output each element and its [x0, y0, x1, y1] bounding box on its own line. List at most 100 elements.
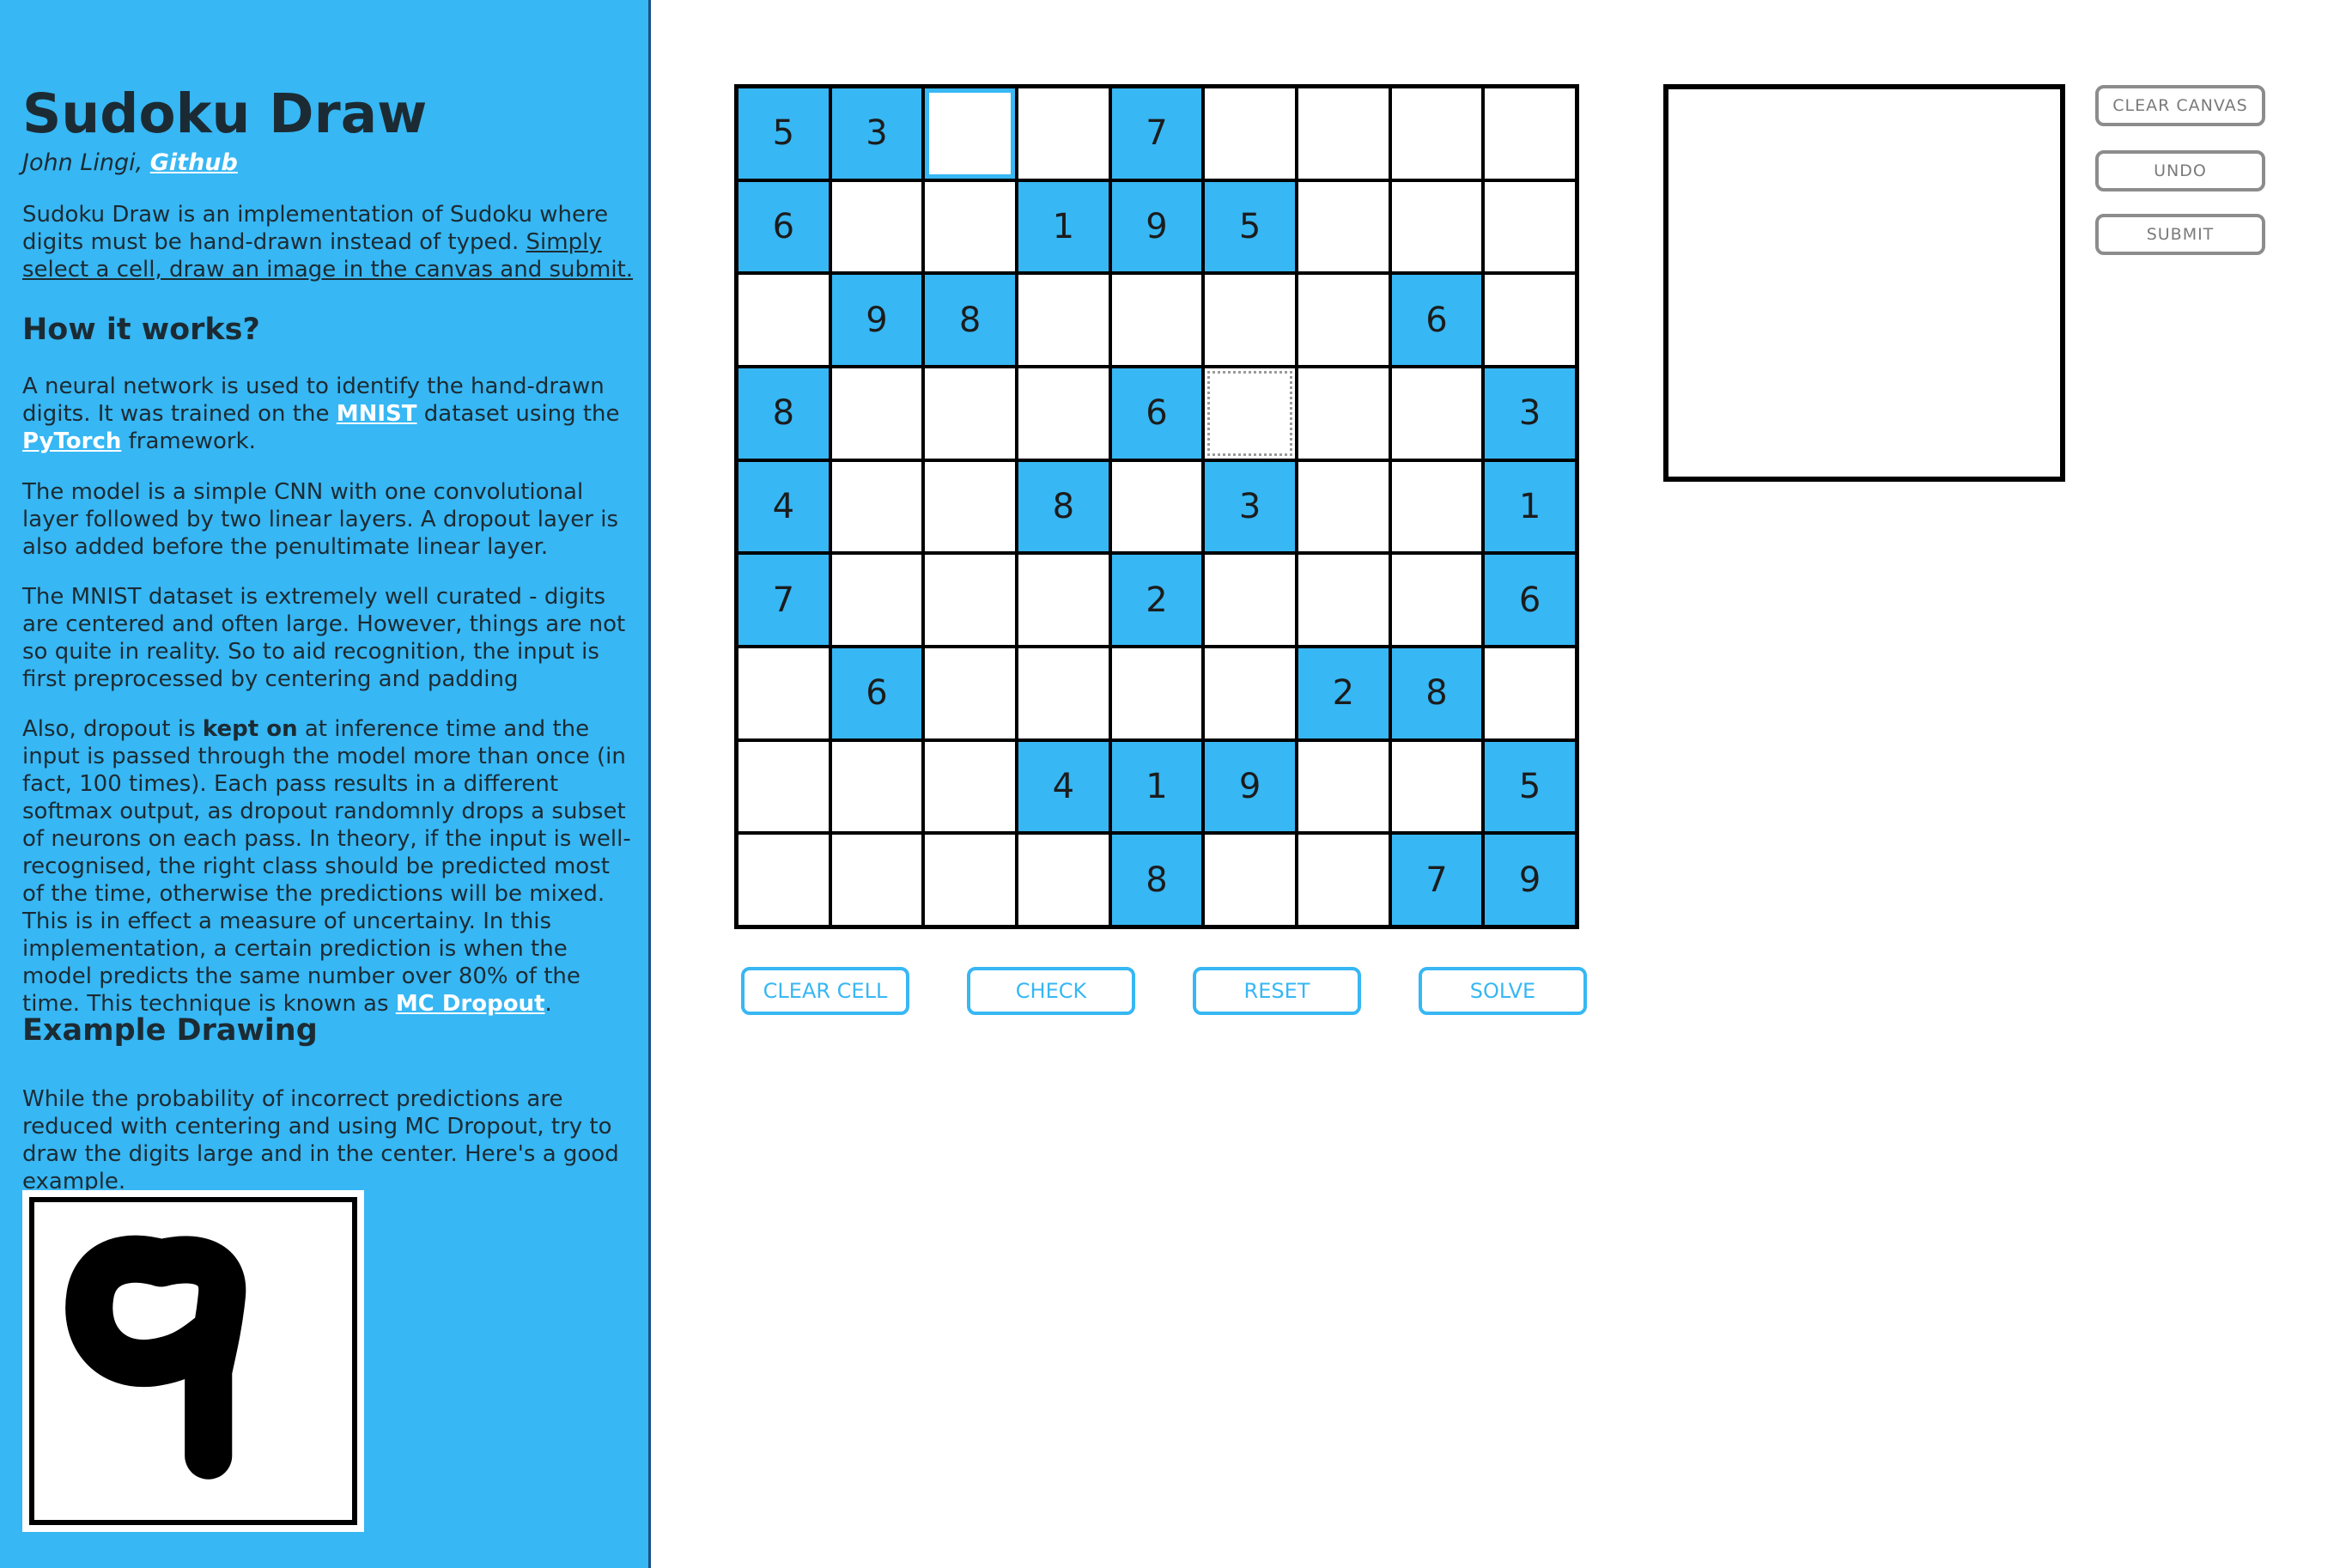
sudoku-cell-r4-c3[interactable]: 8 — [1018, 461, 1109, 552]
sudoku-cell-r0-c0[interactable]: 5 — [738, 88, 829, 179]
sudoku-cell-r2-c1[interactable]: 9 — [831, 275, 922, 365]
sudoku-cell-r7-c7[interactable] — [1391, 741, 1482, 832]
sudoku-cell-r8-c6[interactable] — [1298, 835, 1389, 925]
sudoku-cell-r0-c6[interactable] — [1298, 88, 1389, 179]
sudoku-cell-r8-c0[interactable] — [738, 835, 829, 925]
sudoku-cell-r6-c3[interactable] — [1018, 647, 1109, 738]
sudoku-cell-r4-c8[interactable]: 1 — [1485, 461, 1575, 552]
sudoku-cell-r8-c5[interactable] — [1205, 835, 1295, 925]
sudoku-cell-r4-c6[interactable] — [1298, 461, 1389, 552]
sudoku-cell-r5-c6[interactable] — [1298, 555, 1389, 645]
sudoku-cell-r2-c3[interactable] — [1018, 275, 1109, 365]
sudoku-cell-r2-c8[interactable] — [1485, 275, 1575, 365]
sudoku-cell-r2-c6[interactable] — [1298, 275, 1389, 365]
mnist-link[interactable]: MNIST — [337, 401, 417, 427]
how-p4-text-c: . — [544, 991, 552, 1017]
sudoku-cell-r8-c4[interactable]: 8 — [1111, 835, 1202, 925]
sudoku-cell-r0-c7[interactable] — [1391, 88, 1482, 179]
sudoku-cell-r5-c2[interactable] — [925, 555, 1015, 645]
sudoku-cell-r5-c0[interactable]: 7 — [738, 555, 829, 645]
sudoku-cell-r1-c5[interactable]: 5 — [1205, 181, 1295, 272]
sudoku-cell-r2-c7[interactable]: 6 — [1391, 275, 1482, 365]
sudoku-cell-r2-c2[interactable]: 8 — [925, 275, 1015, 365]
pytorch-link[interactable]: PyTorch — [22, 428, 121, 454]
sudoku-cell-r4-c4[interactable] — [1111, 461, 1202, 552]
sudoku-cell-r3-c2[interactable] — [925, 368, 1015, 459]
intro-paragraph: Sudoku Draw is an implementation of Sudo… — [22, 201, 634, 283]
undo-button[interactable]: UNDO — [2095, 150, 2265, 191]
mc-dropout-link[interactable]: MC Dropout — [396, 991, 545, 1017]
sudoku-cell-r5-c8[interactable]: 6 — [1485, 555, 1575, 645]
sudoku-cell-r4-c7[interactable] — [1391, 461, 1482, 552]
sudoku-cell-r0-c8[interactable] — [1485, 88, 1575, 179]
drawing-canvas[interactable] — [1663, 84, 2065, 482]
sudoku-cell-r0-c2[interactable] — [925, 88, 1015, 179]
sudoku-cell-r6-c7[interactable]: 8 — [1391, 647, 1482, 738]
sudoku-cell-r3-c4[interactable]: 6 — [1111, 368, 1202, 459]
how-p1-text-c: framework. — [121, 428, 256, 454]
sudoku-cell-r5-c3[interactable] — [1018, 555, 1109, 645]
how-paragraph-3: The MNIST dataset is extremely well cura… — [22, 584, 626, 692]
sudoku-cell-r1-c6[interactable] — [1298, 181, 1389, 272]
sudoku-cell-r7-c8[interactable]: 5 — [1485, 741, 1575, 832]
github-link[interactable]: Github — [150, 149, 238, 176]
sudoku-cell-r1-c0[interactable]: 6 — [738, 181, 829, 272]
sudoku-cell-r0-c5[interactable] — [1205, 88, 1295, 179]
sudoku-cell-r4-c2[interactable] — [925, 461, 1015, 552]
sudoku-cell-r8-c2[interactable] — [925, 835, 1015, 925]
sudoku-cell-r6-c4[interactable] — [1111, 647, 1202, 738]
sudoku-cell-r6-c0[interactable] — [738, 647, 829, 738]
sudoku-cell-r0-c4[interactable]: 7 — [1111, 88, 1202, 179]
sudoku-cell-r6-c1[interactable]: 6 — [831, 647, 922, 738]
check-button[interactable]: CHECK — [967, 967, 1135, 1015]
sudoku-cell-r5-c7[interactable] — [1391, 555, 1482, 645]
sudoku-cell-r8-c3[interactable] — [1018, 835, 1109, 925]
clear-cell-button[interactable]: CLEAR CELL — [741, 967, 909, 1015]
sudoku-cell-r6-c2[interactable] — [925, 647, 1015, 738]
sudoku-cell-r6-c8[interactable] — [1485, 647, 1575, 738]
sudoku-cell-r1-c1[interactable] — [831, 181, 922, 272]
sudoku-cell-r3-c3[interactable] — [1018, 368, 1109, 459]
sudoku-cell-r5-c4[interactable]: 2 — [1111, 555, 1202, 645]
sudoku-cell-r5-c5[interactable] — [1205, 555, 1295, 645]
submit-button[interactable]: SUBMIT — [2095, 214, 2265, 255]
sudoku-cell-r3-c0[interactable]: 8 — [738, 368, 829, 459]
sudoku-cell-r8-c8[interactable]: 9 — [1485, 835, 1575, 925]
sudoku-cell-r1-c7[interactable] — [1391, 181, 1482, 272]
sudoku-cell-r3-c8[interactable]: 3 — [1485, 368, 1575, 459]
sudoku-cell-r8-c7[interactable]: 7 — [1391, 835, 1482, 925]
sudoku-cell-r6-c6[interactable]: 2 — [1298, 647, 1389, 738]
sudoku-cell-r1-c4[interactable]: 9 — [1111, 181, 1202, 272]
sudoku-cell-r5-c1[interactable] — [831, 555, 922, 645]
sudoku-cell-r0-c3[interactable] — [1018, 88, 1109, 179]
sudoku-cell-r3-c6[interactable] — [1298, 368, 1389, 459]
author-name: John Lingi, — [22, 149, 143, 176]
sudoku-cell-r1-c3[interactable]: 1 — [1018, 181, 1109, 272]
sudoku-cell-r2-c5[interactable] — [1205, 275, 1295, 365]
solve-button[interactable]: SOLVE — [1419, 967, 1587, 1015]
sudoku-cell-r7-c3[interactable]: 4 — [1018, 741, 1109, 832]
sudoku-cell-r8-c1[interactable] — [831, 835, 922, 925]
sudoku-cell-r2-c0[interactable] — [738, 275, 829, 365]
page-title: Sudoku Draw — [22, 82, 428, 145]
sudoku-cell-r6-c5[interactable] — [1205, 647, 1295, 738]
sudoku-cell-r0-c1[interactable]: 3 — [831, 88, 922, 179]
how-paragraph-2: The model is a simple CNN with one convo… — [22, 479, 619, 560]
sudoku-cell-r7-c1[interactable] — [831, 741, 922, 832]
sudoku-cell-r3-c5[interactable] — [1205, 368, 1295, 459]
sudoku-cell-r4-c0[interactable]: 4 — [738, 461, 829, 552]
sudoku-cell-r7-c6[interactable] — [1298, 741, 1389, 832]
reset-button[interactable]: RESET — [1193, 967, 1361, 1015]
sudoku-cell-r3-c7[interactable] — [1391, 368, 1482, 459]
sudoku-cell-r1-c2[interactable] — [925, 181, 1015, 272]
sudoku-cell-r2-c4[interactable] — [1111, 275, 1202, 365]
sudoku-cell-r1-c8[interactable] — [1485, 181, 1575, 272]
sudoku-cell-r3-c1[interactable] — [831, 368, 922, 459]
sudoku-cell-r4-c5[interactable]: 3 — [1205, 461, 1295, 552]
sudoku-cell-r7-c5[interactable]: 9 — [1205, 741, 1295, 832]
clear-canvas-button[interactable]: CLEAR CANVAS — [2095, 85, 2265, 126]
sudoku-cell-r7-c4[interactable]: 1 — [1111, 741, 1202, 832]
sudoku-cell-r7-c0[interactable] — [738, 741, 829, 832]
sudoku-cell-r4-c1[interactable] — [831, 461, 922, 552]
sudoku-cell-r7-c2[interactable] — [925, 741, 1015, 832]
